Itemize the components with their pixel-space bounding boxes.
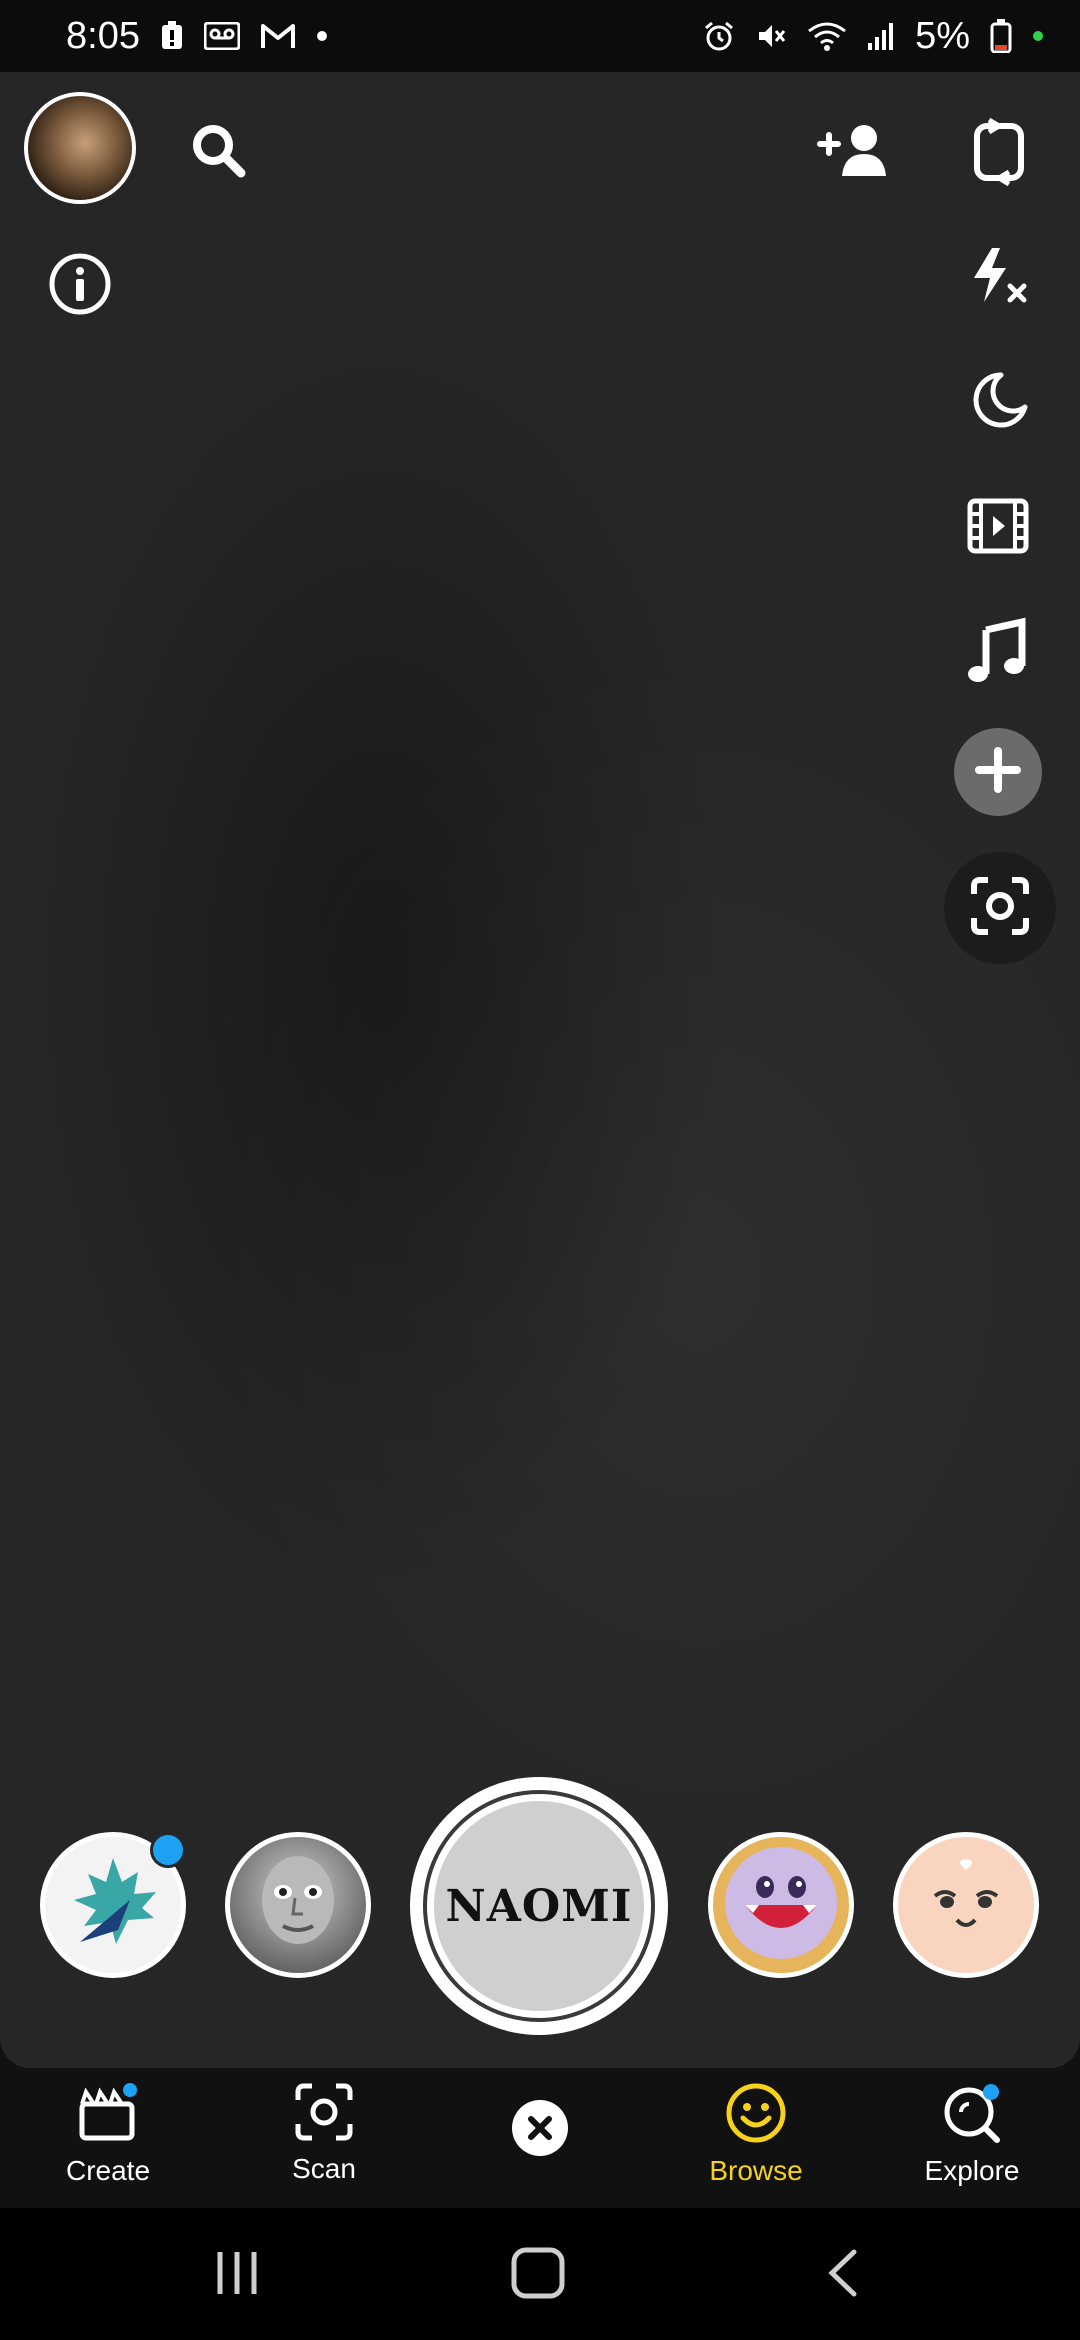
- maple-leaf-icon: [58, 1848, 168, 1963]
- nav-close[interactable]: [460, 2098, 620, 2163]
- lens-grey-face[interactable]: [225, 1832, 371, 1978]
- dot-icon: [316, 30, 328, 42]
- signal-icon: [867, 21, 895, 51]
- back-icon[interactable]: [822, 2248, 862, 2303]
- recents-icon[interactable]: [212, 2248, 262, 2303]
- scan-icon: [970, 876, 1030, 941]
- nav-create-label: Create: [65, 2155, 151, 2186]
- voicemail-icon: [203, 22, 240, 50]
- flash-off-icon[interactable]: [966, 244, 1030, 308]
- capture-ring: NAOMI: [423, 1790, 655, 2022]
- nav-explore[interactable]: Explore: [892, 2082, 1052, 2187]
- nav-scan-label: Scan: [292, 2153, 356, 2184]
- add-friend-icon[interactable]: [816, 118, 892, 182]
- lens-cute-face[interactable]: [893, 1832, 1039, 1978]
- lens-vampire-smile[interactable]: [708, 1832, 854, 1978]
- status-time: 8:05: [66, 14, 140, 57]
- status-bar: 8:05 5%: [0, 0, 1080, 72]
- capture-lens-label: NAOMI: [434, 1801, 644, 2011]
- capture-button[interactable]: NAOMI: [410, 1777, 668, 2035]
- camera-in-use-dot: [1032, 30, 1044, 42]
- system-nav-bar: [0, 2208, 1080, 2340]
- bottom-nav: Create Scan Browse Explore: [0, 2068, 1080, 2208]
- info-icon[interactable]: [48, 252, 112, 316]
- video-timer-icon[interactable]: [966, 494, 1030, 558]
- create-clapper-icon: [76, 2082, 140, 2149]
- plus-icon: [975, 746, 1021, 798]
- alarm-icon: [703, 20, 735, 52]
- camera-viewfinder[interactable]: [0, 72, 1080, 2068]
- lens-new-badge: [150, 1832, 186, 1868]
- explore-icon: [941, 2082, 1003, 2149]
- battery-percent: 5%: [915, 14, 970, 57]
- vampire-smile-icon: [719, 1841, 843, 1970]
- mute-icon: [755, 20, 787, 52]
- music-icon[interactable]: [964, 616, 1030, 686]
- battery-icon: [990, 19, 1012, 53]
- battery-alert-icon: [160, 21, 184, 51]
- wifi-icon: [807, 21, 847, 51]
- home-icon[interactable]: [510, 2246, 566, 2305]
- flip-camera-icon[interactable]: [964, 114, 1034, 190]
- nav-explore-label: Explore: [924, 2155, 1020, 2186]
- nav-scan[interactable]: Scan: [244, 2082, 404, 2185]
- nav-browse[interactable]: Browse: [676, 2082, 836, 2187]
- profile-avatar[interactable]: [24, 92, 136, 204]
- scan-button[interactable]: [944, 852, 1056, 964]
- cute-face-icon: [911, 1848, 1021, 1963]
- scan-icon: [294, 2082, 354, 2147]
- nav-browse-label: Browse: [709, 2155, 803, 2186]
- close-icon: [510, 2098, 570, 2163]
- smiley-icon: [725, 2082, 787, 2149]
- plus-button[interactable]: [954, 728, 1042, 816]
- nav-create[interactable]: Create: [28, 2082, 188, 2187]
- night-mode-icon[interactable]: [966, 368, 1030, 432]
- grey-face-icon: [243, 1848, 353, 1963]
- gmail-icon: [260, 22, 296, 50]
- search-icon[interactable]: [186, 118, 250, 182]
